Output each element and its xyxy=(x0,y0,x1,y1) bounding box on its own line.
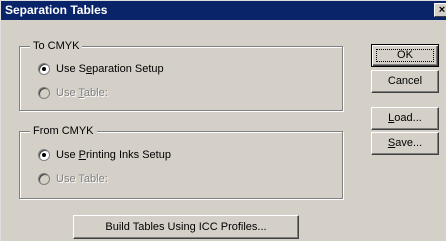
from-cmyk-group: From CMYK Use Printing Inks Setup Use Ta… xyxy=(19,124,343,199)
to-cmyk-group: To CMYK Use Separation Setup Use Table: xyxy=(19,39,343,111)
from-cmyk-label: From CMYK xyxy=(30,124,97,138)
to-cmyk-label: To CMYK xyxy=(30,39,83,53)
radio-label: Use Separation Setup xyxy=(56,63,164,75)
radio-selected-icon[interactable] xyxy=(38,63,50,75)
dialog-title: Separation Tables xyxy=(5,3,108,17)
radio-label: Use Table: xyxy=(56,173,108,185)
build-tables-label: Build Tables Using ICC Profiles... xyxy=(105,221,267,233)
radio-label: Use Table: xyxy=(56,87,108,99)
ok-label: OK xyxy=(397,49,413,61)
radio-disabled-icon xyxy=(38,87,50,99)
close-icon: × xyxy=(438,4,446,16)
radio-label: Use Printing Inks Setup xyxy=(56,149,171,161)
title-bar: Separation Tables × xyxy=(1,1,446,20)
cancel-label: Cancel xyxy=(387,75,423,87)
close-button[interactable]: × xyxy=(434,3,446,17)
save-label: Save... xyxy=(387,137,423,149)
build-tables-button[interactable]: Build Tables Using ICC Profiles... xyxy=(73,215,299,239)
ok-button[interactable]: OK xyxy=(371,44,439,67)
cancel-button[interactable]: Cancel xyxy=(371,70,439,93)
radio-selected-icon[interactable] xyxy=(38,149,50,161)
save-button[interactable]: Save... xyxy=(371,132,439,155)
load-label: Load... xyxy=(388,112,422,124)
load-button[interactable]: Load... xyxy=(371,107,439,130)
separation-tables-dialog: Separation Tables × To CMYK Use Separati… xyxy=(0,0,446,241)
radio-disabled-icon xyxy=(38,173,50,185)
